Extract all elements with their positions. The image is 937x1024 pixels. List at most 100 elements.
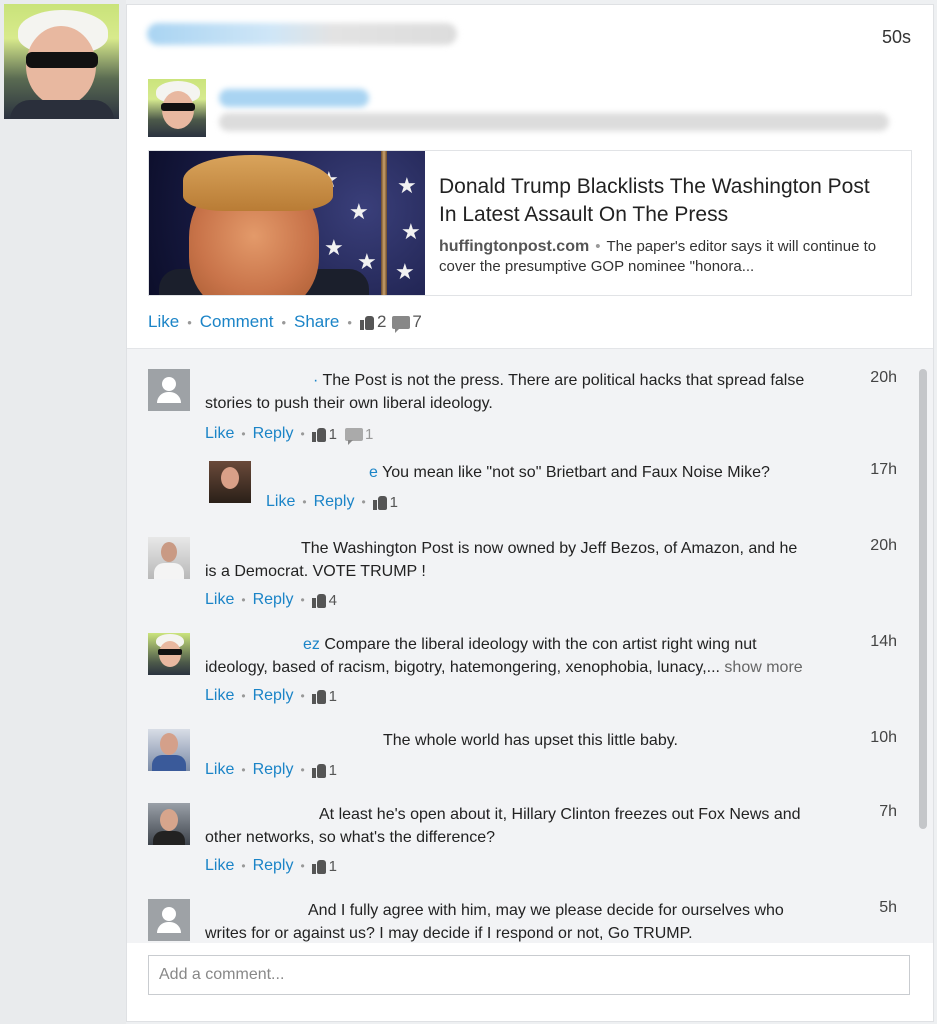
share-button[interactable]: Share <box>294 312 339 332</box>
commenter-sunglasses <box>158 649 182 655</box>
replier-avatar[interactable] <box>209 461 251 503</box>
comment-replies[interactable]: 1 <box>345 426 373 445</box>
comments-count: 7 <box>412 312 422 331</box>
commenter-avatar[interactable] <box>148 729 190 771</box>
comment-reply-button[interactable]: Reply <box>253 425 294 443</box>
add-comment-input[interactable] <box>149 956 909 994</box>
comment-text: The Washington Post is now owned by Jeff… <box>205 540 798 580</box>
commenter-shirt <box>152 755 186 771</box>
commenter-avatar[interactable] <box>148 803 190 845</box>
comment-actions: Like • Reply • 1 1 <box>205 425 373 445</box>
comment-item: And I fully agree with him, may we pleas… <box>127 899 917 943</box>
commenter-avatar[interactable] <box>148 537 190 579</box>
comment-like-button[interactable]: Like <box>205 857 234 875</box>
post-actions: Like • Comment • Share • 2 7 <box>148 312 422 333</box>
reply-like-button[interactable]: Like <box>266 493 295 511</box>
comment-text: ez Compare the liberal ideology with the… <box>205 636 803 676</box>
show-more-link[interactable]: show more <box>724 659 802 676</box>
flag-star: ★ <box>324 235 344 260</box>
separator-dot: • <box>241 859 246 873</box>
reply-likes[interactable]: 1 <box>372 494 398 511</box>
comment-button[interactable]: Comment <box>200 312 274 332</box>
separator-dot: • <box>241 689 246 703</box>
comments-list[interactable]: · The Post is not the press. There are p… <box>127 348 933 943</box>
likes-count: 2 <box>376 312 387 331</box>
article-thumbnail[interactable]: ★ ★ ★ ★ ★ ★ ★ <box>149 151 425 295</box>
comment-likes[interactable]: 4 <box>311 592 337 609</box>
like-button[interactable]: Like <box>148 312 179 332</box>
comment-bubble-icon <box>392 315 411 333</box>
separator-dot: • <box>300 763 305 777</box>
comment-reply-button[interactable]: Reply <box>253 857 294 875</box>
comment-actions: Like • Reply • 1 <box>205 761 337 779</box>
flag-star: ★ <box>349 199 369 224</box>
article-source: huffingtonpost.com <box>439 238 590 255</box>
flag-star: ★ <box>401 219 421 244</box>
commenter-face <box>161 542 177 562</box>
sharer-avatar[interactable] <box>148 79 206 137</box>
thumbs-up-icon <box>359 314 374 330</box>
thumbnail-hair <box>183 155 333 211</box>
comment-reply-button[interactable]: Reply <box>253 761 294 779</box>
separator-dot: • <box>241 763 246 777</box>
separator-dot: • <box>281 314 286 330</box>
reply-reply-button[interactable]: Reply <box>314 493 355 511</box>
commenter-name-fragment[interactable]: · <box>205 372 318 389</box>
comment-likes[interactable]: 1 <box>311 688 337 705</box>
comment-bubble-icon <box>345 427 364 445</box>
comment-text: The whole world has upset this little ba… <box>383 732 678 749</box>
reply-timestamp: 17h <box>870 461 897 478</box>
reply-actions: Like • Reply • 1 <box>266 493 398 511</box>
commenter-shirt <box>154 563 184 579</box>
ghost-avatar[interactable] <box>148 369 190 411</box>
comment-timestamp: 7h <box>879 803 897 820</box>
shared-article[interactable]: ★ ★ ★ ★ ★ ★ ★ Donald Trump Blacklists Th… <box>148 150 912 296</box>
actor-avatar[interactable] <box>4 4 119 119</box>
comment-like-button[interactable]: Like <box>205 591 234 609</box>
left-gutter <box>0 0 126 1024</box>
comment-timestamp: 5h <box>879 899 897 916</box>
thumbs-up-icon <box>311 592 326 608</box>
reply-text: e You mean like "not so" Brietbart and F… <box>369 464 770 481</box>
comment-timestamp: 20h <box>870 369 897 386</box>
comment-text: At least he's open about it, Hillary Cli… <box>205 806 801 846</box>
feed-update-card: 50s ★ ★ ★ ★ ★ ★ ★ Donald Trump Blacklist… <box>126 4 934 1022</box>
separator-dot: • <box>300 689 305 703</box>
separator-dot: • <box>302 495 307 509</box>
comment-timestamp: 14h <box>870 633 897 650</box>
commenter-shirt <box>153 831 185 845</box>
comment-text: · The Post is not the press. There are p… <box>205 372 805 412</box>
comment-like-button[interactable]: Like <box>205 687 234 705</box>
article-title[interactable]: Donald Trump Blacklists The Washington P… <box>439 173 889 229</box>
avatar-suit <box>10 100 114 119</box>
comment-like-button[interactable]: Like <box>205 425 234 443</box>
actor-name-blurred[interactable] <box>147 23 457 45</box>
comment-timestamp: 20h <box>870 537 897 554</box>
separator-dot: • <box>187 314 192 330</box>
commenter-face <box>160 733 178 755</box>
reply-item: e You mean like "not so" Brietbart and F… <box>127 461 917 521</box>
comment-like-button[interactable]: Like <box>205 761 234 779</box>
comment-actions: Like • Reply • 1 <box>205 857 337 875</box>
comment-item: The Washington Post is now owned by Jeff… <box>127 537 917 617</box>
separator-dot: • <box>347 314 352 330</box>
sharer-sunglasses <box>161 103 195 111</box>
post-timestamp: 50s <box>881 27 911 47</box>
comment-timestamp: 10h <box>870 729 897 746</box>
commenter-name-fragment[interactable]: ez <box>303 636 320 653</box>
ghost-avatar[interactable] <box>148 899 190 941</box>
comment-likes[interactable]: 1 <box>311 762 337 779</box>
add-comment-box[interactable] <box>148 955 910 995</box>
comments-scrollbar[interactable] <box>919 369 927 829</box>
commenter-name-fragment[interactable]: e <box>369 464 378 481</box>
commenter-face <box>160 809 178 831</box>
comment-reply-button[interactable]: Reply <box>253 591 294 609</box>
likes-counter[interactable]: 2 7 <box>359 312 422 333</box>
comment-likes[interactable]: 1 <box>311 858 337 875</box>
article-meta: huffingtonpost.com • The paper's editor sa… <box>439 237 899 277</box>
comment-likes[interactable]: 1 <box>311 426 337 443</box>
sharer-name-blurred[interactable] <box>219 89 369 107</box>
commenter-avatar[interactable] <box>148 633 190 675</box>
replier-face <box>221 467 239 489</box>
comment-reply-button[interactable]: Reply <box>253 687 294 705</box>
